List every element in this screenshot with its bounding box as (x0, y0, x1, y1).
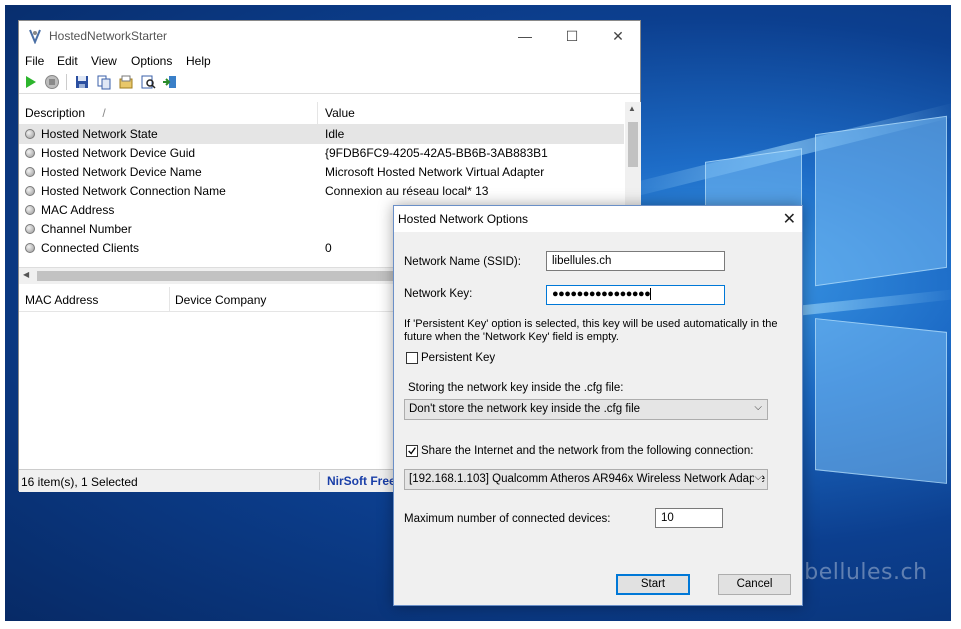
column-header-company[interactable]: Device Company (175, 293, 266, 307)
minimize-button[interactable]: — (502, 21, 548, 51)
connection-select[interactable]: [192.168.1.103] Qualcomm Atheros AR946x … (404, 469, 768, 490)
column-divider[interactable] (169, 287, 170, 311)
toolbar-separator (66, 74, 67, 90)
exit-icon[interactable] (162, 74, 178, 90)
column-header-value[interactable]: Value (325, 106, 355, 120)
row-description: Hosted Network State (41, 127, 158, 141)
row-value: Microsoft Hosted Network Virtual Adapter (325, 165, 545, 179)
windows-logo-pane (815, 115, 947, 287)
stop-icon[interactable] (44, 74, 60, 90)
store-key-value: Don't store the network key inside the .… (409, 403, 641, 415)
status-divider (319, 472, 320, 490)
max-devices-label: Maximum number of connected devices: (404, 513, 611, 525)
network-key-value: ●●●●●●●●●●●●●●●● (552, 288, 651, 300)
dialog-close-icon[interactable]: ✕ (783, 209, 796, 229)
info-text-line1: If 'Persistent Key' option is selected, … (404, 318, 778, 330)
cancel-button[interactable]: Cancel (718, 574, 791, 595)
column-header-description-label: Description (25, 106, 86, 120)
column-divider[interactable] (317, 102, 318, 124)
bullet-icon (25, 186, 35, 196)
sort-indicator: / (102, 106, 106, 120)
dialog-title-bar[interactable]: Hosted Network Options ✕ (394, 206, 802, 232)
store-key-select[interactable]: Don't store the network key inside the .… (404, 399, 768, 420)
checkmark-icon (408, 447, 416, 455)
menu-bar: File Edit View Options Help (19, 51, 640, 71)
title-bar[interactable]: HostedNetworkStarter — ☐ ✕ (19, 21, 640, 51)
row-description: Hosted Network Device Name (41, 165, 202, 179)
row-value: 0 (325, 241, 332, 255)
ssid-input[interactable]: libellules.ch (546, 251, 725, 271)
row-value: Idle (325, 127, 345, 141)
row-value: {9FDB6FC9-4205-42A5-BB6B-3AB883B1 (325, 146, 548, 160)
scroll-left-icon[interactable]: ◀ (23, 270, 29, 279)
hosted-network-options-dialog: Hosted Network Options ✕ Network Name (S… (393, 205, 803, 606)
share-internet-checkbox[interactable] (406, 445, 418, 457)
chevron-down-icon: ⌵ (754, 402, 762, 413)
bullet-icon (25, 224, 35, 234)
app-icon (29, 29, 41, 44)
vertical-scroll-thumb[interactable] (628, 122, 638, 167)
share-internet-label[interactable]: Share the Internet and the network from … (421, 445, 753, 457)
bullet-icon (25, 167, 35, 177)
properties-icon[interactable] (118, 74, 134, 90)
persistent-key-label[interactable]: Persistent Key (421, 352, 495, 364)
find-icon[interactable] (140, 74, 156, 90)
horizontal-scroll-thumb[interactable] (37, 271, 397, 281)
row-description: Connected Clients (41, 241, 140, 255)
bullet-icon (25, 129, 35, 139)
dialog-title: Hosted Network Options (398, 212, 529, 226)
bullet-icon (25, 148, 35, 158)
ssid-label: Network Name (SSID): (404, 256, 521, 268)
connection-value: [192.168.1.103] Qualcomm Atheros AR946x … (409, 473, 766, 485)
network-key-label: Network Key: (404, 288, 473, 300)
windows-logo-pane (815, 318, 947, 484)
row-description: Hosted Network Connection Name (41, 184, 226, 198)
scroll-up-icon[interactable]: ▲ (628, 104, 636, 113)
table-row[interactable]: Hosted Network Device Name Microsoft Host… (19, 163, 624, 182)
maximize-button[interactable]: ☐ (549, 21, 595, 51)
table-row[interactable]: Hosted Network Device Guid {9FDB6FC9-4205… (19, 144, 624, 163)
close-button[interactable]: ✕ (595, 21, 641, 51)
menu-options[interactable]: Options (131, 54, 172, 68)
column-header-mac[interactable]: MAC Address (25, 293, 98, 307)
persistent-key-checkbox[interactable] (406, 352, 418, 364)
column-header-description[interactable]: Description / (25, 106, 106, 120)
chevron-down-icon: ⌵ (754, 472, 762, 483)
toolbar (19, 71, 640, 94)
row-description: Channel Number (41, 222, 132, 236)
row-description: MAC Address (41, 203, 115, 217)
menu-edit[interactable]: Edit (57, 54, 78, 68)
bullet-icon (25, 205, 35, 215)
start-icon[interactable] (23, 74, 39, 90)
watermark-text: libellules.ch (791, 560, 928, 585)
network-key-input[interactable]: ●●●●●●●●●●●●●●●● (546, 285, 725, 305)
menu-help[interactable]: Help (186, 54, 211, 68)
table-row[interactable]: Hosted Network Connection Name Connexion … (19, 182, 624, 201)
save-icon[interactable] (74, 74, 90, 90)
table-row[interactable]: Hosted Network State Idle (19, 125, 624, 144)
menu-file[interactable]: File (25, 54, 44, 68)
list-header: Description / Value (19, 102, 624, 125)
start-button[interactable]: Start (616, 574, 690, 595)
text-cursor (650, 288, 652, 301)
bullet-icon (25, 243, 35, 253)
menu-view[interactable]: View (91, 54, 117, 68)
row-description: Hosted Network Device Guid (41, 146, 196, 160)
store-key-label: Storing the network key inside the .cfg … (408, 382, 624, 394)
nirsoft-link[interactable]: NirSoft Freev (327, 474, 402, 488)
status-item-count: 16 item(s), 1 Selected (21, 475, 138, 489)
max-devices-input[interactable]: 10 (655, 508, 723, 528)
copy-icon[interactable] (96, 74, 112, 90)
info-text-line2: future when the 'Network Key' field is e… (404, 331, 619, 343)
row-value: Connexion au réseau local* 13 (325, 184, 489, 198)
window-title: HostedNetworkStarter (49, 29, 168, 43)
